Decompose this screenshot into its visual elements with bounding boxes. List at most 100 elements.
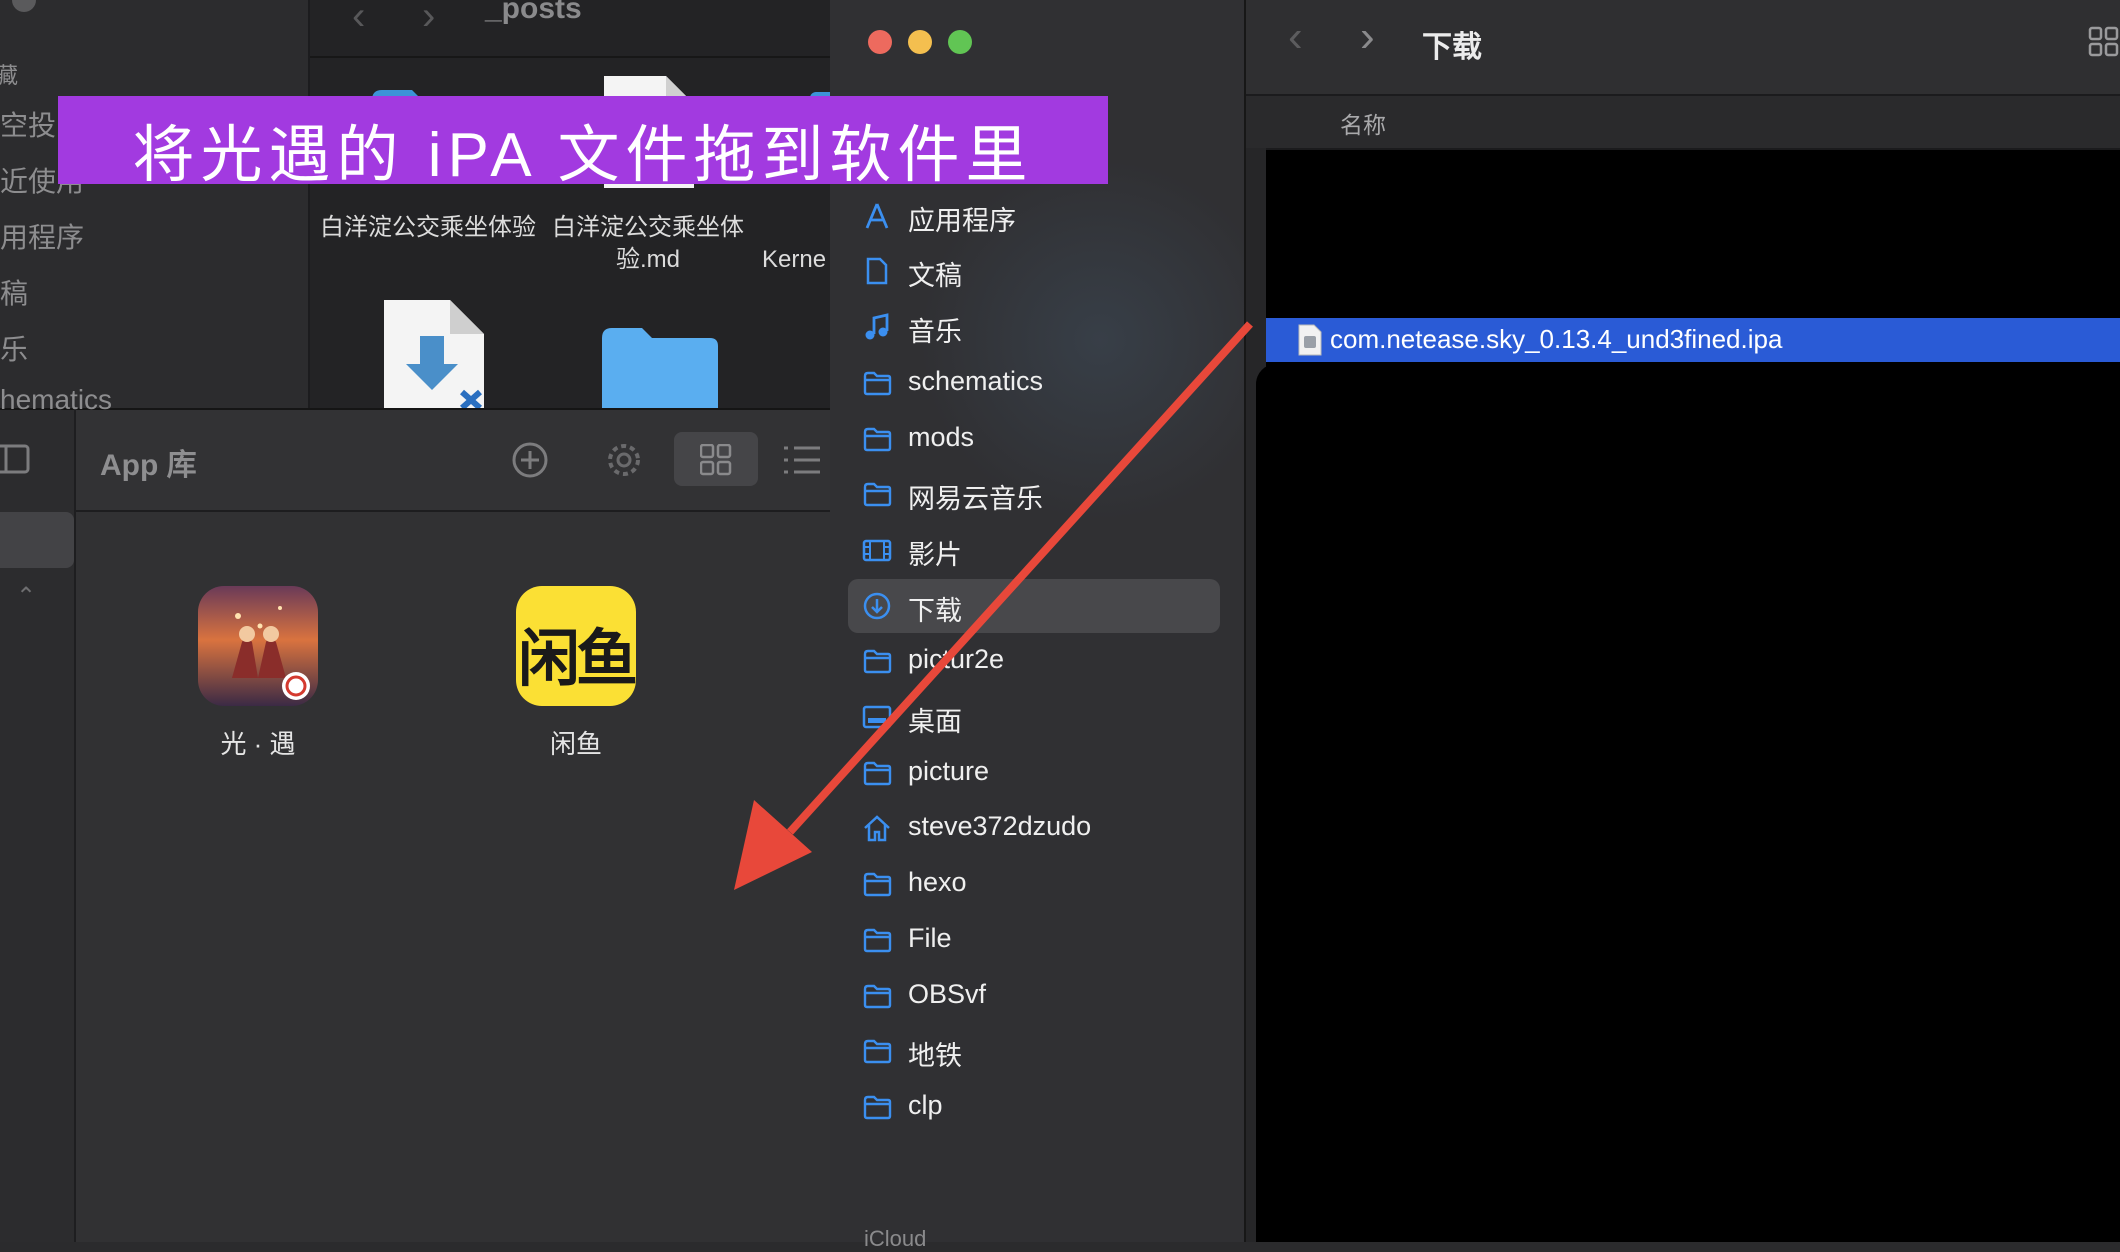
back-icon[interactable]: ‹ [1288, 12, 1303, 62]
film-icon [862, 535, 892, 565]
sidebar-item[interactable]: 影片 [862, 523, 1196, 577]
list-view-icon[interactable] [782, 444, 822, 476]
sidebar-item-label: 文稿 [908, 261, 962, 292]
sidebar-item-applications[interactable]: 用程序 [0, 216, 84, 256]
folder-icon [862, 646, 892, 676]
grid-view-button[interactable] [674, 432, 758, 486]
folder-icon [862, 758, 892, 788]
folder-icon [862, 368, 892, 398]
zoom-button[interactable] [948, 30, 972, 54]
sidebar-item[interactable]: 音乐 [862, 300, 1196, 354]
window-title: _posts [485, 0, 582, 25]
annotation-banner: 将光遇的 iPA 文件拖到软件里 [58, 96, 1108, 190]
folder-icon [862, 1036, 892, 1066]
app-library-title: App 库 [100, 449, 197, 482]
file-label: Kerne [762, 246, 827, 273]
sky-app-icon[interactable] [198, 586, 318, 706]
folder-icon [862, 925, 892, 955]
sidebar-item[interactable]: picture [862, 746, 1196, 800]
sidebar-item[interactable]: 下载 [848, 578, 1220, 633]
sidebar-item-documents[interactable]: 稿 [0, 272, 28, 312]
sidebar-item[interactable]: schematics [862, 356, 1196, 410]
sidebar-item-label: OBSvf [908, 978, 987, 1009]
sidebar-item[interactable]: 地铁 [862, 1024, 1196, 1078]
sidebar-item[interactable]: 文稿 [862, 244, 1196, 298]
sidebar-item[interactable]: File [862, 913, 1196, 967]
close-button[interactable] [12, 0, 36, 12]
file-name: com.netease.sky_0.13.4_und3fined.ipa [1330, 324, 1783, 354]
sidebar-item-label: schematics [908, 365, 1044, 396]
sidebar-item[interactable]: steve372dzudo [862, 801, 1196, 855]
sidebar-item-label: mods [908, 421, 975, 452]
sidebar-item-music[interactable]: 乐 [0, 328, 28, 368]
gear-icon[interactable] [604, 440, 644, 480]
sidebar-item-label: 音乐 [908, 317, 962, 348]
forward-icon[interactable]: › [1360, 12, 1375, 62]
folder-icon [862, 424, 892, 454]
sidebar-item-label: picture [908, 755, 990, 786]
add-icon[interactable] [510, 440, 550, 480]
back-icon[interactable]: ‹ [352, 0, 365, 39]
redacted-area [1266, 150, 2120, 312]
sidebar-toggle-icon[interactable] [0, 442, 34, 478]
redacted-area [1256, 364, 2120, 1242]
close-button[interactable] [868, 30, 892, 54]
front-finder-toolbar: ‹ › 下载 [1246, 0, 2120, 96]
file-label: 白洋淀公交乘坐体验.md [552, 214, 744, 273]
download-file-icon[interactable] [380, 296, 490, 408]
sidebar-item[interactable]: mods [862, 412, 1196, 466]
sidebar-item-label: 网易云音乐 [908, 484, 1043, 515]
download-icon [862, 591, 892, 621]
sidebar-item-label: 桌面 [908, 707, 962, 737]
applications-icon [862, 201, 892, 231]
sidebar-item-label: pictur2e [908, 644, 1005, 675]
sidebar-item-label: 应用程序 [908, 205, 1016, 236]
back-finder-toolbar: ‹ › _posts [310, 0, 830, 58]
ipa-file-icon [1298, 324, 1322, 356]
app-name: 光 · 遇 [220, 729, 296, 759]
home-icon [862, 813, 892, 843]
grid-view-icon [700, 444, 732, 476]
sidebar-item-selected[interactable] [0, 512, 74, 568]
xianyu-logo-text: 闲鱼 [517, 625, 638, 694]
sidebar-item[interactable]: OBSvf [862, 969, 1196, 1023]
sidebar-item[interactable]: 桌面 [862, 690, 1196, 744]
sidebar-item-label: hexo [908, 867, 967, 898]
sidebar-item[interactable]: 应用程序 [862, 189, 1196, 243]
sidebar-section-label: 藏 [0, 63, 19, 88]
document-icon [862, 256, 892, 286]
sidebar-section-label: iCloud [864, 1226, 927, 1251]
forward-icon[interactable]: › [422, 0, 435, 39]
chevron-up-icon[interactable]: ⌃ [16, 582, 36, 611]
sidebar-item-label: 地铁 [908, 1041, 962, 1072]
sidebar-item-label: steve372dzudo [908, 811, 1092, 842]
window-title: 下载 [1422, 31, 1482, 64]
folder-icon [862, 981, 892, 1011]
sidebar-item[interactable]: 网易云音乐 [862, 467, 1196, 521]
sidebar-item-label: 影片 [908, 539, 962, 570]
folder-icon[interactable] [598, 320, 722, 408]
sidebar-item[interactable]: clp [862, 1080, 1196, 1134]
desktop-icon [862, 702, 892, 732]
app-library-sidebar: ⌃ [0, 410, 76, 1242]
column-header[interactable]: 名称 [1246, 96, 2120, 150]
app-library-toolbar: App 库 [76, 410, 830, 512]
view-options-icon[interactable] [2088, 26, 2120, 58]
app-name: 闲鱼 [549, 729, 602, 759]
back-finder-window: 藏 空投 近使用 用程序 稿 乐 hematics ‹ › _posts 白洋淀… [0, 0, 830, 415]
sidebar-item[interactable]: hexo [862, 857, 1196, 911]
folder-icon [862, 479, 892, 509]
sidebar-item-label: 下载 [908, 595, 962, 626]
app-library-window: ⌃ App 库 光 · 遇 闲鱼 闲鱼 [0, 410, 830, 1242]
back-finder-sidebar: 藏 空投 近使用 用程序 稿 乐 hematics [0, 0, 310, 415]
column-header-name: 名称 [1340, 112, 1386, 138]
minimize-button[interactable] [908, 30, 932, 54]
xianyu-app-icon[interactable]: 闲鱼 [516, 586, 638, 706]
sidebar-item[interactable]: pictur2e [862, 634, 1196, 688]
sidebar-item-airdrop[interactable]: 空投 [0, 104, 56, 144]
sidebar-item-label: clp [908, 1089, 943, 1120]
folder-icon [862, 1092, 892, 1122]
file-label: 白洋淀公交乘坐体验 [320, 214, 536, 241]
file-list-pane: ‹ › 下载 名称 com.netease.sky_0.13.4_und3fin… [1246, 0, 2120, 1242]
file-row-selected[interactable]: com.netease.sky_0.13.4_und3fined.ipa [1266, 318, 2120, 362]
